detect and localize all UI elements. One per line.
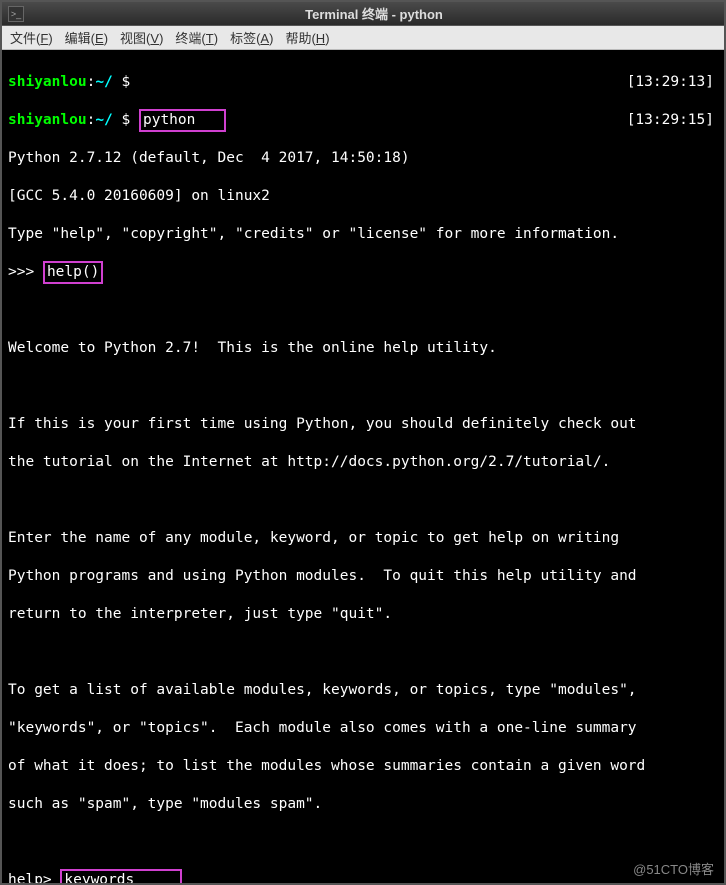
menu-tab[interactable]: 标签(A) <box>230 28 273 47</box>
prompt-user: shiyanlou <box>8 112 87 128</box>
highlight-python: python <box>139 109 226 132</box>
output-line: If this is your first time using Python,… <box>8 415 718 434</box>
menu-view[interactable]: 视图(V) <box>120 28 163 47</box>
menu-terminal[interactable]: 终端(T) <box>175 28 218 47</box>
menu-file[interactable]: 文件(F) <box>10 28 53 47</box>
menu-help[interactable]: 帮助(H) <box>285 28 329 47</box>
output-line: Welcome to Python 2.7! This is the onlin… <box>8 339 718 358</box>
help-prompt: help> <box>8 872 52 883</box>
timestamp: [13:29:15] <box>627 111 714 130</box>
output-line: return to the interpreter, just type "qu… <box>8 605 718 624</box>
timestamp: [13:29:13] <box>627 73 714 92</box>
menu-edit[interactable]: 编辑(E) <box>65 28 108 47</box>
terminal-icon: >_ <box>8 6 24 22</box>
output-line: [GCC 5.4.0 20160609] on linux2 <box>8 187 718 206</box>
output-line: such as "spam", type "modules spam". <box>8 795 718 814</box>
prompt-user: shiyanlou <box>8 74 87 90</box>
prompt-path: ~/ <box>95 112 112 128</box>
window-title: Terminal 终端 - python <box>30 4 718 23</box>
output-line: the tutorial on the Internet at http://d… <box>8 453 718 472</box>
terminal-output[interactable]: shiyanlou:~/ $[13:29:13] shiyanlou:~/ $ … <box>2 50 724 883</box>
titlebar[interactable]: >_ Terminal 终端 - python <box>2 2 724 26</box>
prompt-path: ~/ <box>95 74 112 90</box>
highlight-keywords: keywords <box>60 869 182 883</box>
output-line: Python programs and using Python modules… <box>8 567 718 586</box>
output-line: Python 2.7.12 (default, Dec 4 2017, 14:5… <box>8 149 718 168</box>
highlight-help: help() <box>43 261 103 284</box>
output-line: of what it does; to list the modules who… <box>8 757 718 776</box>
menubar: 文件(F) 编辑(E) 视图(V) 终端(T) 标签(A) 帮助(H) <box>2 26 724 50</box>
watermark: @51CTO博客 <box>633 860 714 879</box>
terminal-window: >_ Terminal 终端 - python 文件(F) 编辑(E) 视图(V… <box>0 0 726 885</box>
output-line: To get a list of available modules, keyw… <box>8 681 718 700</box>
output-line: Enter the name of any module, keyword, o… <box>8 529 718 548</box>
python-prompt: >>> <box>8 264 34 280</box>
output-line: Type "help", "copyright", "credits" or "… <box>8 225 718 244</box>
output-line: "keywords", or "topics". Each module als… <box>8 719 718 738</box>
